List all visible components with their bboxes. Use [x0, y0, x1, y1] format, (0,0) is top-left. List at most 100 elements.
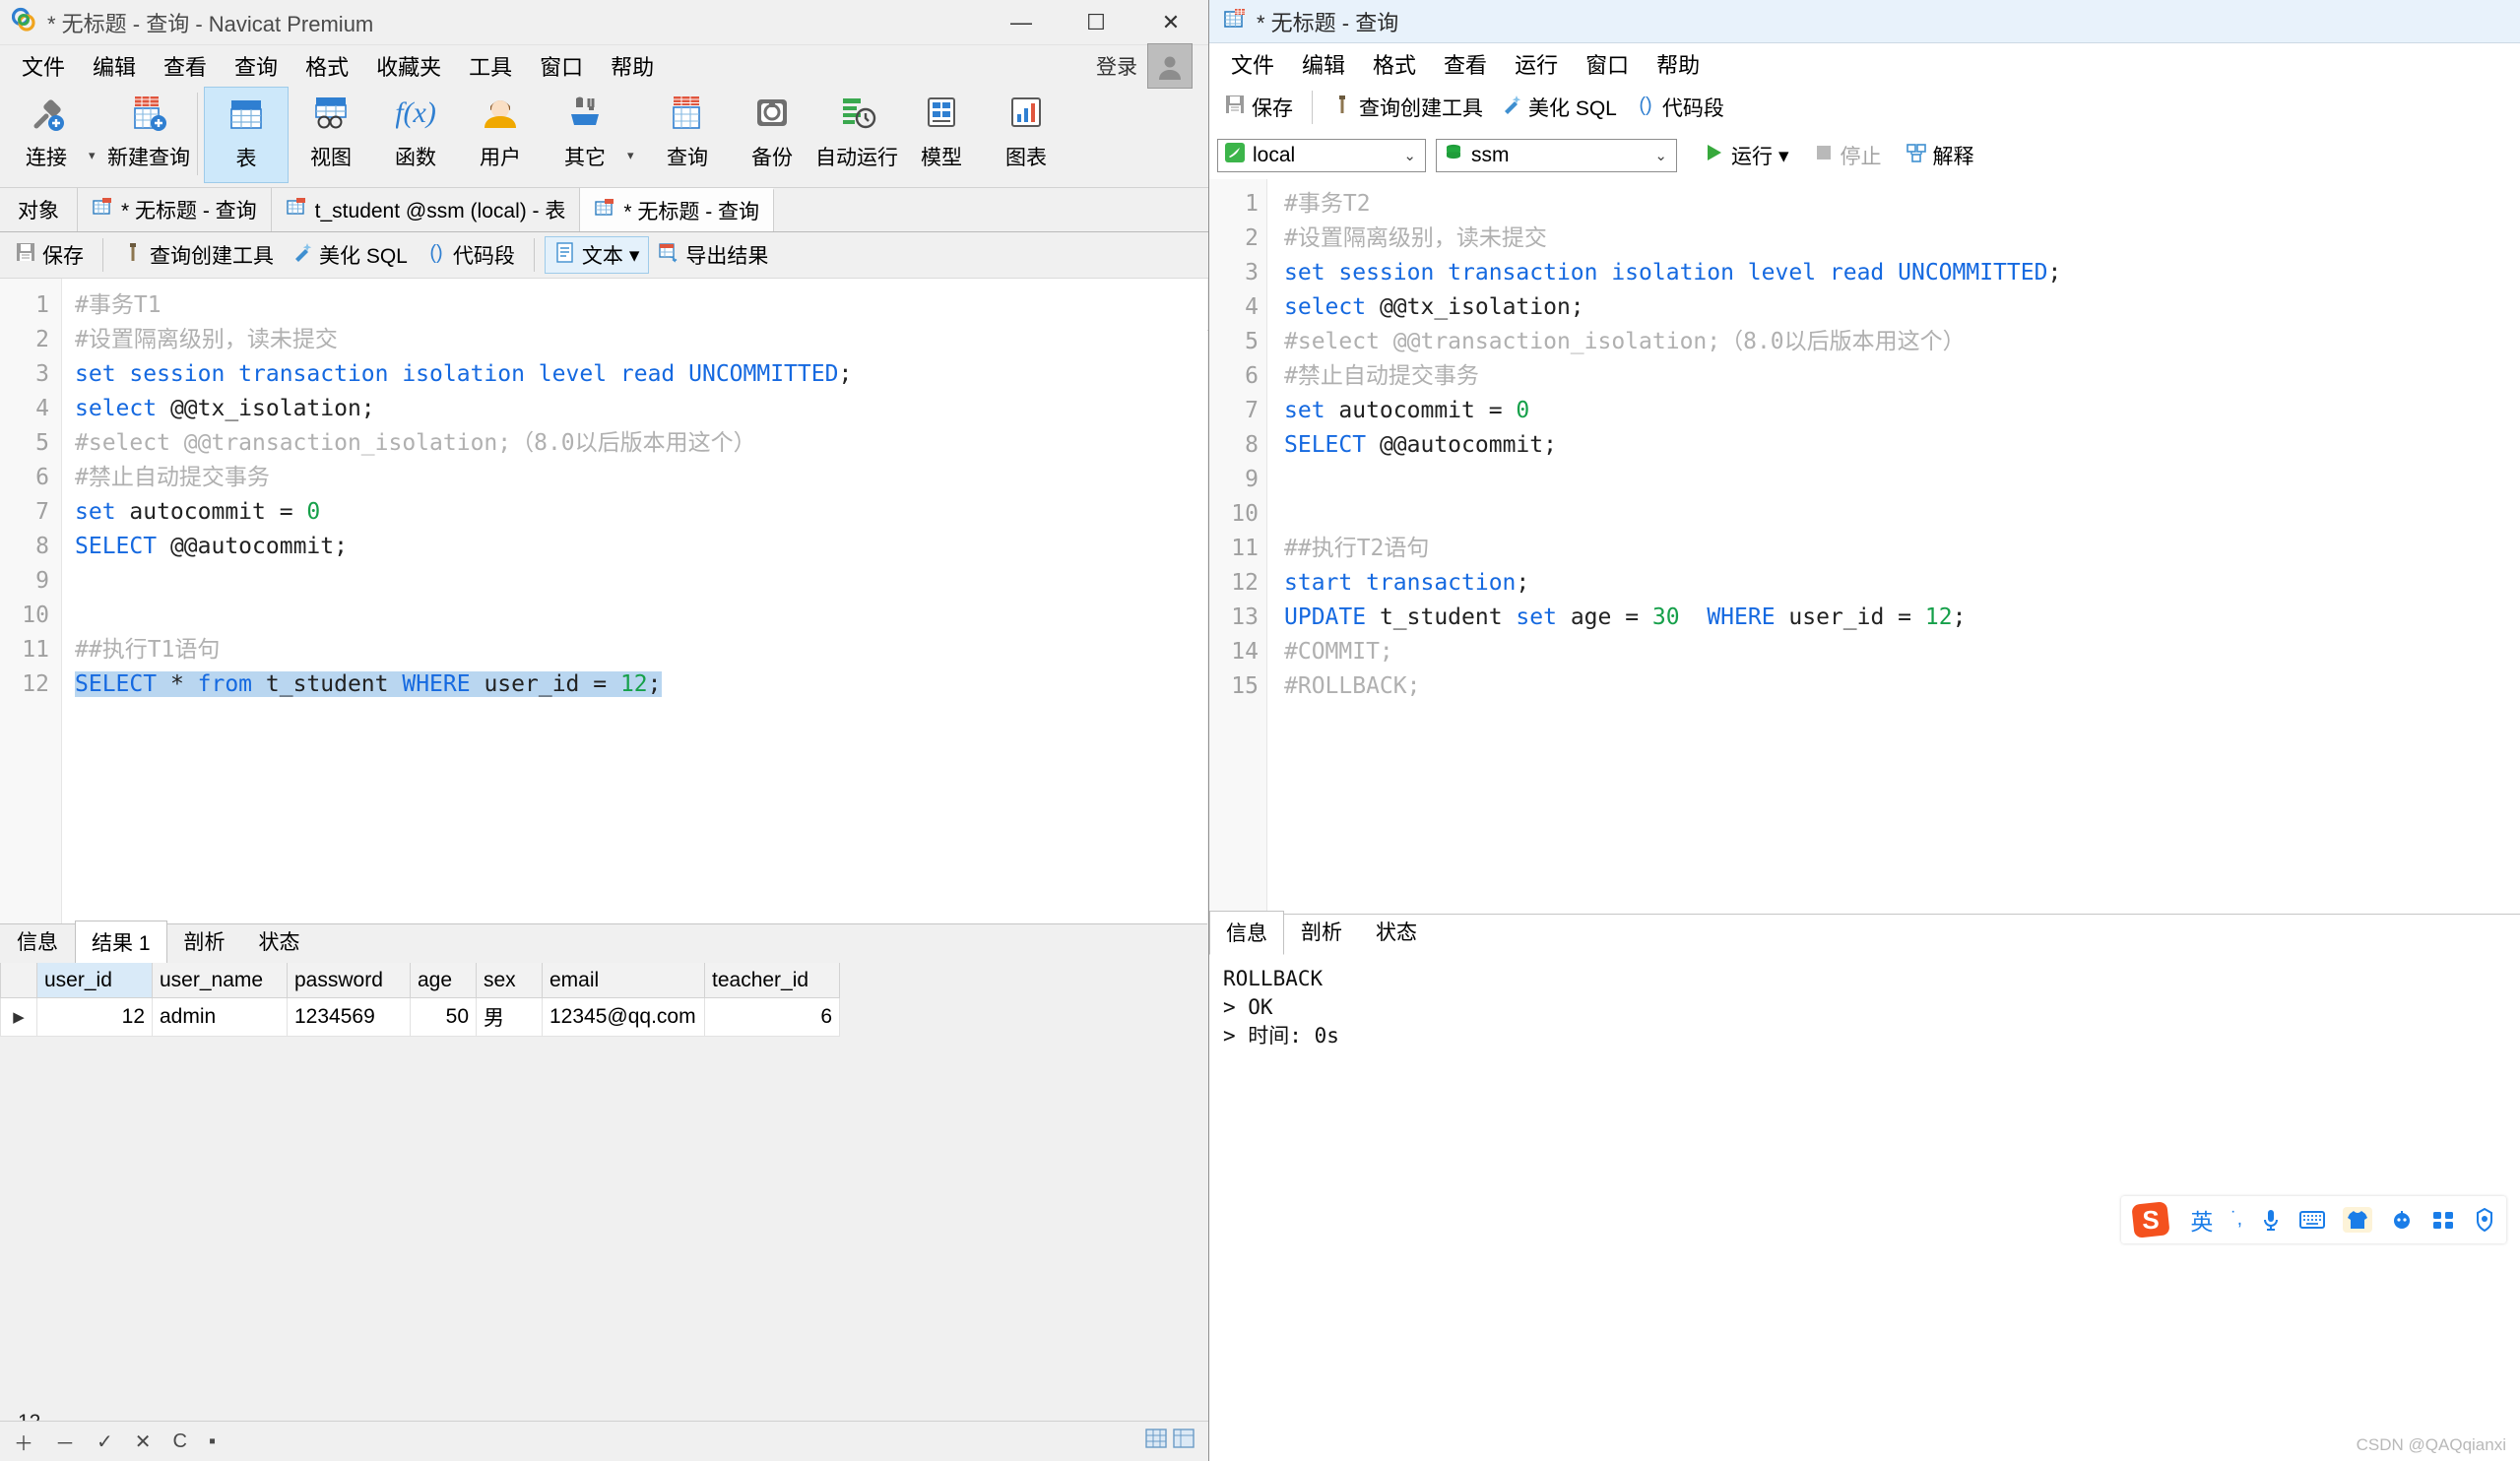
code-text[interactable]: set autocommit = 0 [1270, 394, 1529, 428]
menu-item-3[interactable]: 查看 [1430, 44, 1501, 84]
toolbar-button-代码段[interactable]: () 代码段 [417, 237, 524, 273]
object-tab-0[interactable]: 对象 [0, 188, 78, 231]
run-button-运行[interactable]: 运行 ▾ [1695, 138, 1798, 173]
avatar[interactable] [1147, 43, 1193, 89]
ribbon-button-图表[interactable]: 图表 [984, 87, 1068, 183]
close-button[interactable]: ✕ [1133, 0, 1208, 44]
toolbar-button-美化 SQL[interactable]: 美化 SQL [1492, 90, 1626, 125]
result-tab-剖析[interactable]: 剖析 [167, 920, 242, 964]
cell-user_name[interactable]: admin [152, 997, 288, 1037]
result-tab-剖析[interactable]: 剖析 [1284, 910, 1359, 954]
ime-skin-icon[interactable] [2343, 1207, 2372, 1233]
run-button-解释[interactable]: 解释 [1897, 138, 1983, 173]
ribbon-button-备份[interactable]: 备份 [730, 87, 814, 183]
ribbon-button-视图[interactable]: 视图 [289, 87, 373, 183]
nav-button-0[interactable]: ＋ [10, 1428, 37, 1456]
ime-emoji-icon[interactable] [2390, 1209, 2414, 1231]
code-text[interactable]: #事务T2 [1270, 187, 1371, 222]
toolbar-button-美化 SQL[interactable]: 美化 SQL [283, 237, 417, 273]
nav-button-4[interactable]: C [169, 1430, 191, 1453]
nav-button-5[interactable]: ▪ [205, 1430, 220, 1453]
ribbon-button-查询[interactable]: 查询 [645, 87, 730, 183]
code-text[interactable]: #禁止自动提交事务 [61, 461, 270, 495]
ribbon-button-表[interactable]: 表 [204, 87, 289, 183]
code-text[interactable]: #COMMIT; [1270, 635, 1393, 669]
sogou-logo-icon[interactable]: S [2131, 1200, 2172, 1239]
result-tab-信息[interactable]: 信息 [0, 920, 75, 964]
object-tab-3[interactable]: * 无标题 - 查询 [580, 188, 775, 231]
code-text[interactable]: select @@tx_isolation; [61, 392, 375, 426]
toolbar-button-代码段[interactable]: () 代码段 [1626, 90, 1733, 125]
toolbar-button-查询创建工具[interactable]: 查询创建工具 [113, 237, 283, 273]
code-text[interactable] [61, 564, 75, 599]
toolbar-button-文本[interactable]: 文本 ▾ [544, 236, 650, 274]
code-text[interactable]: UPDATE t_student set age = 30 WHERE user… [1270, 601, 1966, 635]
menu-item-1[interactable]: 编辑 [1288, 44, 1359, 84]
code-text[interactable]: set session transaction isolation level … [61, 357, 852, 392]
code-text[interactable]: ##执行T1语句 [61, 633, 220, 667]
menu-item-5[interactable]: 收藏夹 [362, 46, 455, 86]
cell-user_id[interactable]: 12 [36, 997, 153, 1037]
code-text[interactable]: ##执行T2语句 [1270, 532, 1429, 566]
code-text[interactable]: set autocommit = 0 [61, 495, 320, 530]
menu-item-2[interactable]: 查看 [150, 46, 221, 86]
code-text[interactable]: SELECT @@autocommit; [61, 530, 348, 564]
menu-item-6[interactable]: 帮助 [1643, 44, 1713, 84]
menu-item-4[interactable]: 运行 [1501, 44, 1572, 84]
menu-item-2[interactable]: 格式 [1359, 44, 1430, 84]
code-text[interactable]: SELECT @@autocommit; [1270, 428, 1557, 463]
row-marker[interactable]: ▶ [0, 997, 37, 1037]
database-select[interactable]: ssm ⌄ [1436, 139, 1677, 172]
code-text[interactable]: #ROLLBACK; [1270, 669, 1420, 704]
code-text[interactable]: select @@tx_isolation; [1270, 290, 1584, 325]
menu-item-5[interactable]: 窗口 [1572, 44, 1643, 84]
result-tab-状态[interactable]: 状态 [1359, 910, 1434, 954]
chevron-down-icon[interactable]: ▾ [629, 243, 640, 268]
login-label[interactable]: 登录 [1096, 51, 1137, 81]
ribbon-button-函数[interactable]: f(x) 函数 [373, 87, 458, 183]
ime-mode-en-icon[interactable]: 英 [2190, 1203, 2213, 1237]
cell-password[interactable]: 1234569 [287, 997, 411, 1037]
column-header-password[interactable]: password [287, 963, 411, 998]
ime-keyboard-icon[interactable] [2299, 1210, 2325, 1230]
result-tab-结果 1[interactable]: 结果 1 [75, 921, 167, 965]
column-header-sex[interactable]: sex [476, 963, 543, 998]
toolbar-button-查询创建工具[interactable]: 查询创建工具 [1323, 90, 1492, 125]
ime-toolbox-icon[interactable] [2431, 1209, 2455, 1231]
code-text[interactable] [61, 599, 75, 633]
ribbon-button-连接[interactable]: 连接 [4, 87, 89, 183]
column-header-age[interactable]: age [410, 963, 477, 998]
ime-settings-icon[interactable] [2473, 1208, 2496, 1232]
result-tab-信息[interactable]: 信息 [1209, 911, 1284, 955]
toolbar-button-导出结果[interactable]: 导出结果 [649, 237, 777, 273]
table-row[interactable]: ▶ 12 admin 1234569 50 男 12345@qq.com 6 [0, 997, 840, 1037]
server-select[interactable]: local ⌄ [1217, 139, 1426, 172]
ime-microphone-icon[interactable] [2260, 1208, 2282, 1232]
code-text[interactable]: #设置隔离级别，读未提交 [1270, 222, 1547, 256]
cell-teacher_id[interactable]: 6 [704, 997, 840, 1037]
nav-button-3[interactable]: ✕ [131, 1429, 156, 1454]
cell-age[interactable]: 50 [410, 997, 477, 1037]
object-tab-1[interactable]: * 无标题 - 查询 [78, 188, 272, 231]
column-header-email[interactable]: email [542, 963, 705, 998]
ribbon-button-用户[interactable]: 用户 [458, 87, 543, 183]
ribbon-button-新建查询[interactable]: 新建查询 [106, 87, 191, 183]
code-text[interactable] [1270, 497, 1284, 532]
menu-item-7[interactable]: 窗口 [526, 46, 597, 86]
toolbar-button-保存[interactable]: 保存 [1215, 90, 1302, 125]
nav-button-1[interactable]: － [51, 1428, 79, 1456]
code-text[interactable]: #禁止自动提交事务 [1270, 359, 1479, 394]
cell-sex[interactable]: 男 [476, 997, 543, 1037]
column-header-user_id[interactable]: user_id [36, 963, 153, 998]
menu-item-8[interactable]: 帮助 [597, 46, 668, 86]
maximize-button[interactable]: ☐ [1059, 0, 1133, 44]
result-tab-状态[interactable]: 状态 [242, 920, 317, 964]
menu-item-1[interactable]: 编辑 [79, 46, 150, 86]
code-text[interactable]: set session transaction isolation level … [1270, 256, 2061, 290]
run-button-停止[interactable]: 停止 [1804, 138, 1891, 173]
menu-item-3[interactable]: 查询 [221, 46, 291, 86]
nav-button-2[interactable]: ✓ [93, 1429, 117, 1454]
result-grid-left[interactable]: user_id user_name password age sex email teach… [0, 963, 1207, 1037]
ribbon-button-其它[interactable]: 其它 [543, 87, 627, 183]
cell-email[interactable]: 12345@qq.com [542, 997, 705, 1037]
